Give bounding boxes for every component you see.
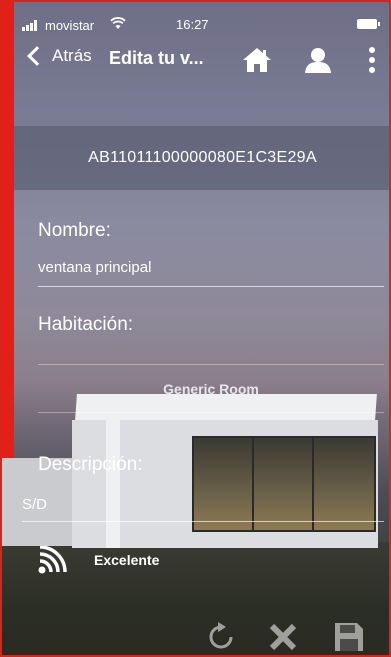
back-button[interactable]: Atrás	[26, 46, 92, 66]
device-id-banner: AB11011100000080E1C3E29A	[14, 126, 389, 190]
name-input[interactable]: ventana principal	[38, 259, 151, 276]
room-divider-top	[38, 364, 384, 365]
save-icon[interactable]	[332, 620, 366, 654]
status-bar: movistar 16:27	[2, 16, 389, 36]
carrier-name: movistar	[45, 18, 95, 33]
clock: 16:27	[176, 17, 209, 32]
page-title: Edita tu v...	[109, 48, 204, 68]
name-input-underline	[38, 286, 384, 287]
action-toolbar	[192, 620, 382, 655]
chevron-left-icon	[27, 46, 47, 66]
app-screen: movistar 16:27 Atrás Edita tu v... AB110…	[0, 0, 391, 657]
home-icon[interactable]	[242, 47, 272, 73]
user-icon[interactable]	[304, 47, 332, 73]
signal-quality-text: Excelente	[94, 552, 160, 568]
more-vertical-icon[interactable]	[368, 44, 376, 76]
device-id: AB11011100000080E1C3E29A	[88, 149, 317, 166]
description-label: Descripción:	[38, 454, 143, 475]
room-value: Generic Room	[163, 381, 259, 397]
cell-signal-icon	[22, 20, 40, 31]
refresh-icon[interactable]	[204, 620, 238, 654]
battery-icon	[357, 19, 380, 29]
status-wifi-icon	[110, 17, 126, 29]
back-label: Atrás	[52, 46, 92, 65]
description-input[interactable]: S/D	[22, 496, 47, 513]
name-label: Nombre:	[38, 220, 111, 241]
room-label: Habitación:	[38, 314, 134, 335]
signal-quality: Excelente	[38, 546, 159, 574]
room-divider-bottom	[38, 412, 384, 413]
description-input-underline	[22, 521, 384, 522]
navigation-bar: Atrás Edita tu v...	[2, 42, 389, 82]
close-icon[interactable]	[266, 620, 300, 654]
wifi-signal-icon	[38, 546, 67, 574]
room-selector[interactable]: Generic Room	[38, 366, 384, 412]
